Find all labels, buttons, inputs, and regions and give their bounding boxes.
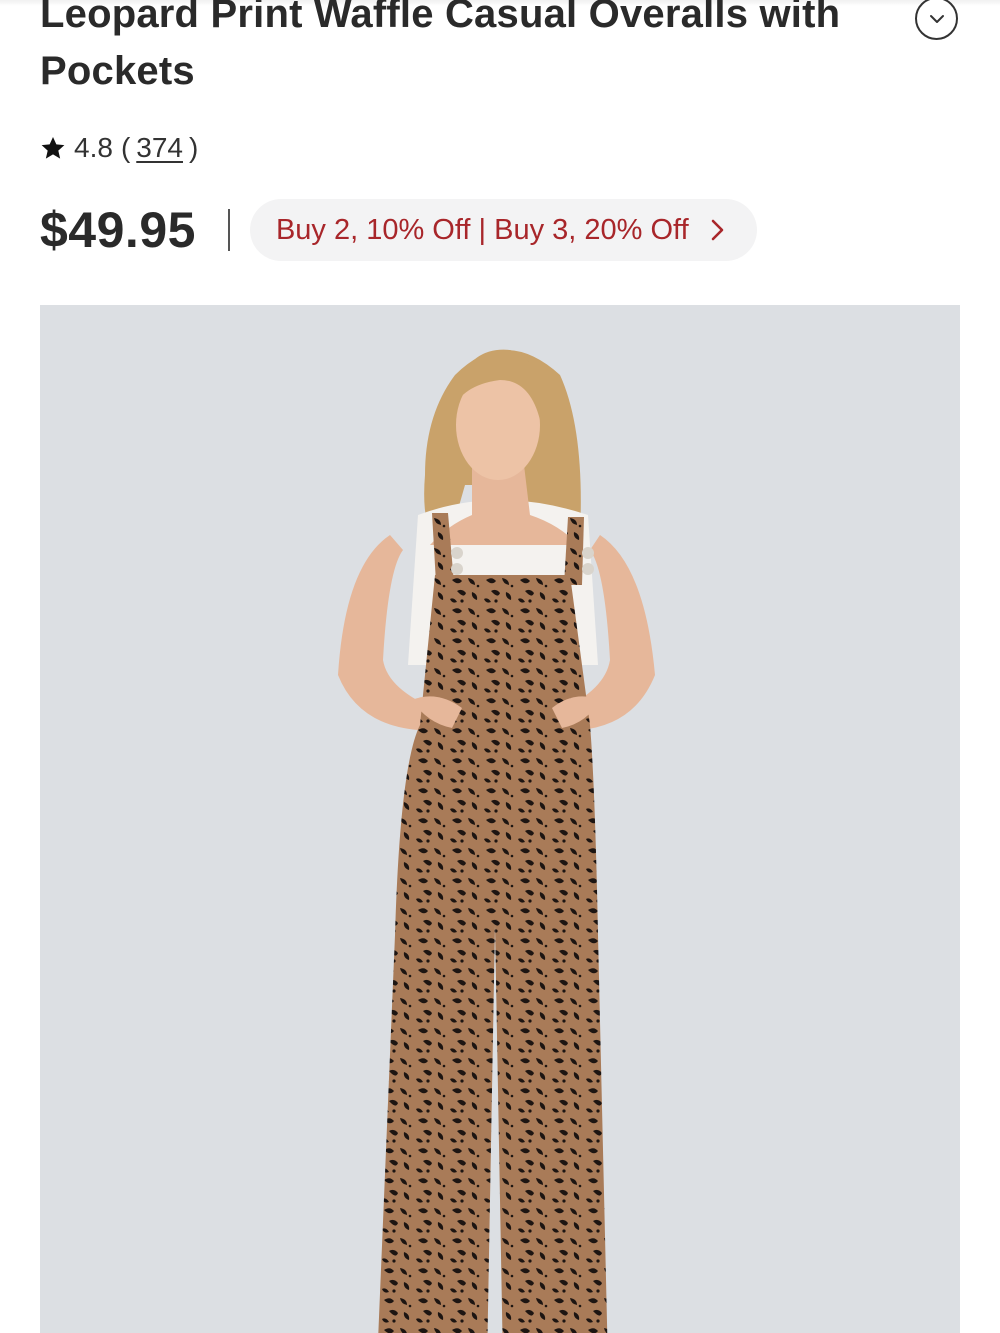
rating-value: 4.8	[74, 132, 113, 163]
collapse-button[interactable]	[915, 0, 958, 40]
paren-open: (	[120, 132, 131, 163]
price-divider	[227, 209, 230, 251]
price-row: $49.95 Buy 2, 10% Off | Buy 3, 20% Off	[40, 198, 757, 262]
product-price: $49.95	[40, 202, 196, 258]
rating-row: 4.8 ( 374 )	[40, 128, 198, 168]
promo-button[interactable]: Buy 2, 10% Off | Buy 3, 20% Off	[249, 199, 757, 261]
promo-text: Buy 2, 10% Off | Buy 3, 20% Off	[275, 213, 689, 246]
review-count-link[interactable]: 374	[136, 132, 183, 164]
product-image[interactable]	[40, 305, 960, 1333]
chevron-down-icon	[929, 14, 944, 23]
chevron-right-icon	[709, 217, 727, 243]
paren-close: )	[188, 132, 199, 163]
product-title: Leopard Print Waffle Casual Overalls wit…	[40, 0, 841, 93]
star-icon	[40, 135, 66, 161]
